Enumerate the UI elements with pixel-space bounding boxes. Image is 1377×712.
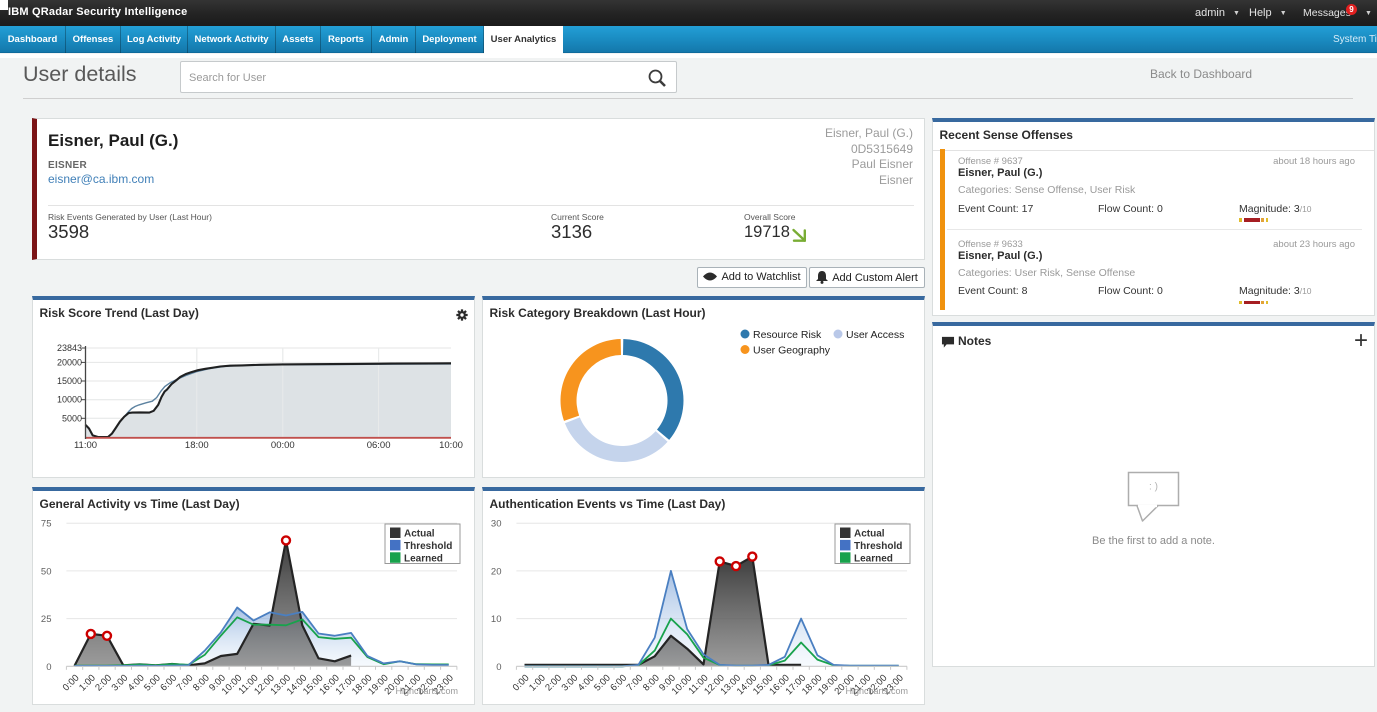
svg-text:Highcharts.com: Highcharts.com (395, 686, 458, 696)
svg-text:Learned: Learned (854, 553, 893, 564)
svg-text:Threshold: Threshold (854, 541, 902, 552)
svg-text:Learned: Learned (404, 553, 443, 564)
svg-text:20: 20 (491, 566, 502, 577)
svg-text:Actual: Actual (404, 529, 435, 540)
svg-text:23843: 23843 (57, 343, 82, 353)
svg-text:0: 0 (46, 662, 51, 673)
svg-text:Resource Risk: Resource Risk (753, 329, 822, 341)
svg-text:30: 30 (491, 519, 502, 530)
svg-text:00:00: 00:00 (271, 440, 295, 451)
svg-text:18:00: 18:00 (185, 440, 209, 451)
svg-text:0: 0 (496, 662, 501, 673)
svg-text:Actual: Actual (854, 529, 885, 540)
svg-text:5000: 5000 (62, 413, 82, 423)
svg-text:10:00: 10:00 (439, 440, 463, 451)
svg-text:User Geography: User Geography (753, 345, 831, 357)
svg-text:Highcharts.com: Highcharts.com (845, 686, 908, 696)
svg-text:06:00: 06:00 (367, 440, 391, 451)
svg-text:75: 75 (41, 519, 52, 530)
svg-text:User Access: User Access (846, 329, 904, 341)
svg-text:20000: 20000 (57, 357, 82, 367)
svg-text:25: 25 (41, 614, 52, 625)
svg-text:50: 50 (41, 566, 52, 577)
svg-text:: ): : ) (1149, 482, 1158, 493)
svg-text:11:00: 11:00 (74, 440, 97, 451)
svg-text:10000: 10000 (57, 395, 82, 405)
svg-text:15000: 15000 (57, 376, 82, 386)
svg-text:10: 10 (491, 614, 502, 625)
svg-text:Threshold: Threshold (404, 541, 452, 552)
